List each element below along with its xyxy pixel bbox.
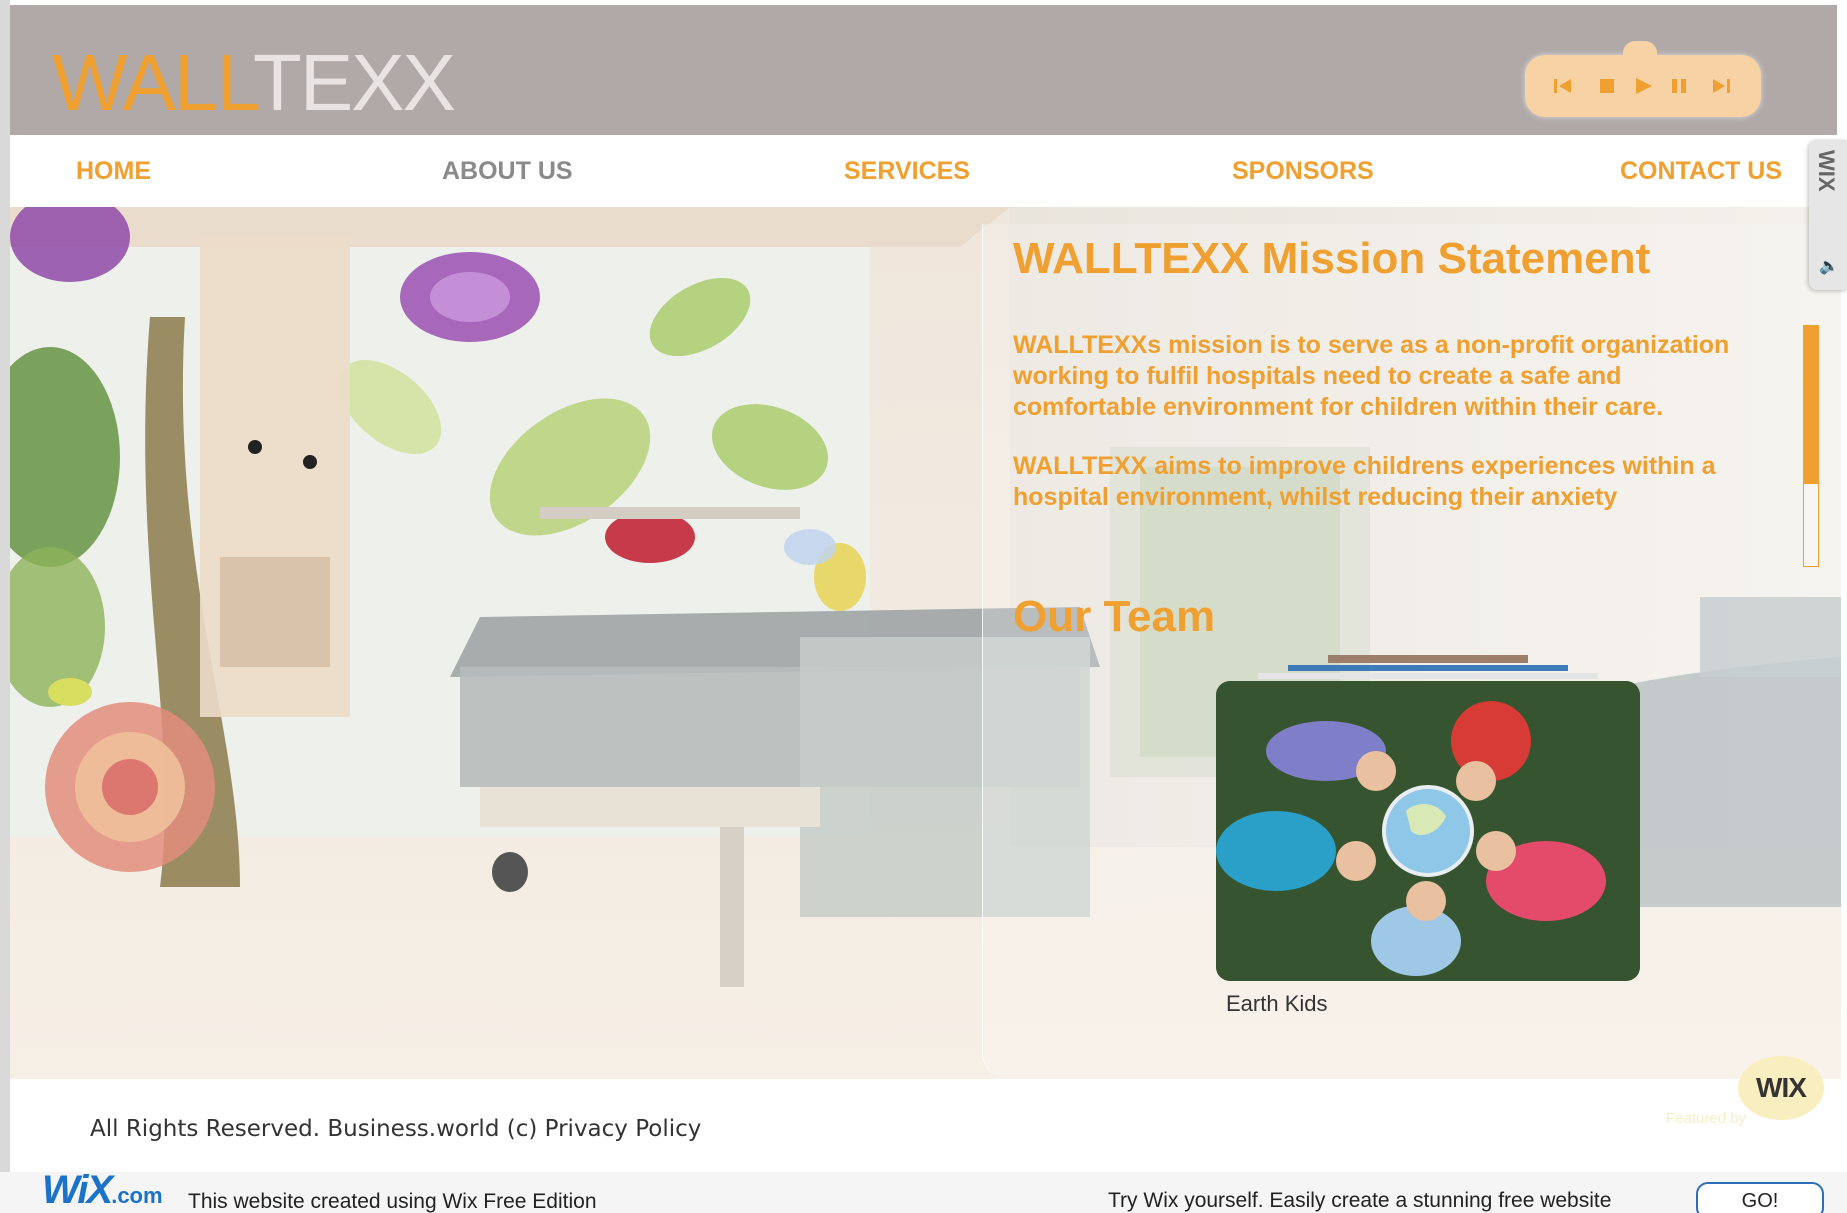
logo-part-texx: TEXX	[252, 38, 456, 127]
nav-services[interactable]: SERVICES	[844, 157, 970, 186]
scrollbar-thumb[interactable]	[1804, 326, 1818, 484]
wix-badge-label: WIX	[1756, 1072, 1807, 1103]
logo-part-wall: WALL	[52, 38, 255, 127]
nav-home[interactable]: HOME	[76, 157, 151, 186]
wix-created-text: This website created using Wix Free Edit…	[188, 1190, 597, 1213]
page: WALLTEXX HOME ABOUT US SERVICES SPONSORS…	[0, 0, 1847, 1213]
wix-logo[interactable]: WiX.com	[42, 1168, 163, 1213]
nav-about-us[interactable]: ABOUT US	[442, 157, 573, 186]
team-photo[interactable]	[1216, 681, 1640, 981]
mission-text: WALLTEXXs mission is to serve as a non-p…	[1013, 330, 1753, 570]
pause-icon[interactable]	[1667, 75, 1691, 97]
photo-caption: Earth Kids	[1226, 991, 1328, 1016]
mission-title: WALLTEXX Mission Statement	[1013, 234, 1651, 283]
music-player	[1525, 41, 1761, 117]
wix-side-tab[interactable]: WIX 🔈	[1809, 140, 1847, 290]
nav-contact-us[interactable]: CONTACT US	[1620, 157, 1782, 186]
window-edge	[0, 0, 10, 1213]
featured-by-label: Featured by	[1666, 1110, 1747, 1127]
gallery-stack	[1258, 655, 1598, 679]
stop-icon[interactable]	[1595, 75, 1619, 97]
site-logo[interactable]: WALLTEXX	[52, 43, 456, 123]
previous-icon[interactable]	[1551, 75, 1575, 97]
wix-badge[interactable]: WIX	[1738, 1056, 1824, 1120]
wix-logo-suffix: .com	[111, 1183, 163, 1208]
site-header: WALLTEXX	[10, 5, 1837, 135]
wix-side-label: WIX	[1814, 150, 1839, 192]
next-icon[interactable]	[1709, 75, 1733, 97]
text-scrollbar[interactable]	[1803, 325, 1819, 567]
nav-sponsors[interactable]: SPONSORS	[1232, 157, 1374, 186]
mission-paragraph: WALLTEXX aims to improve childrens exper…	[1013, 452, 1716, 511]
wix-try-text: Try Wix yourself. Easily create a stunni…	[1108, 1189, 1612, 1212]
wix-logo-text: WiX	[42, 1168, 113, 1212]
play-icon[interactable]	[1631, 75, 1655, 97]
team-photo-image	[1216, 681, 1640, 981]
go-button[interactable]: GO!	[1696, 1182, 1824, 1213]
speaker-icon[interactable]: 🔈	[1819, 256, 1839, 276]
team-title: Our Team	[1013, 592, 1216, 641]
mission-paragraph: WALLTEXXs mission is to serve as a non-p…	[1013, 331, 1730, 421]
footer-copyright[interactable]: All Rights Reserved. Business.world (c) …	[90, 1116, 701, 1142]
hero-background: WALLTEXX Mission Statement WALLTEXXs mis…	[10, 207, 1841, 1079]
main-nav: HOME ABOUT US SERVICES SPONSORS CONTACT …	[10, 135, 1815, 207]
player-handle	[1623, 41, 1657, 61]
